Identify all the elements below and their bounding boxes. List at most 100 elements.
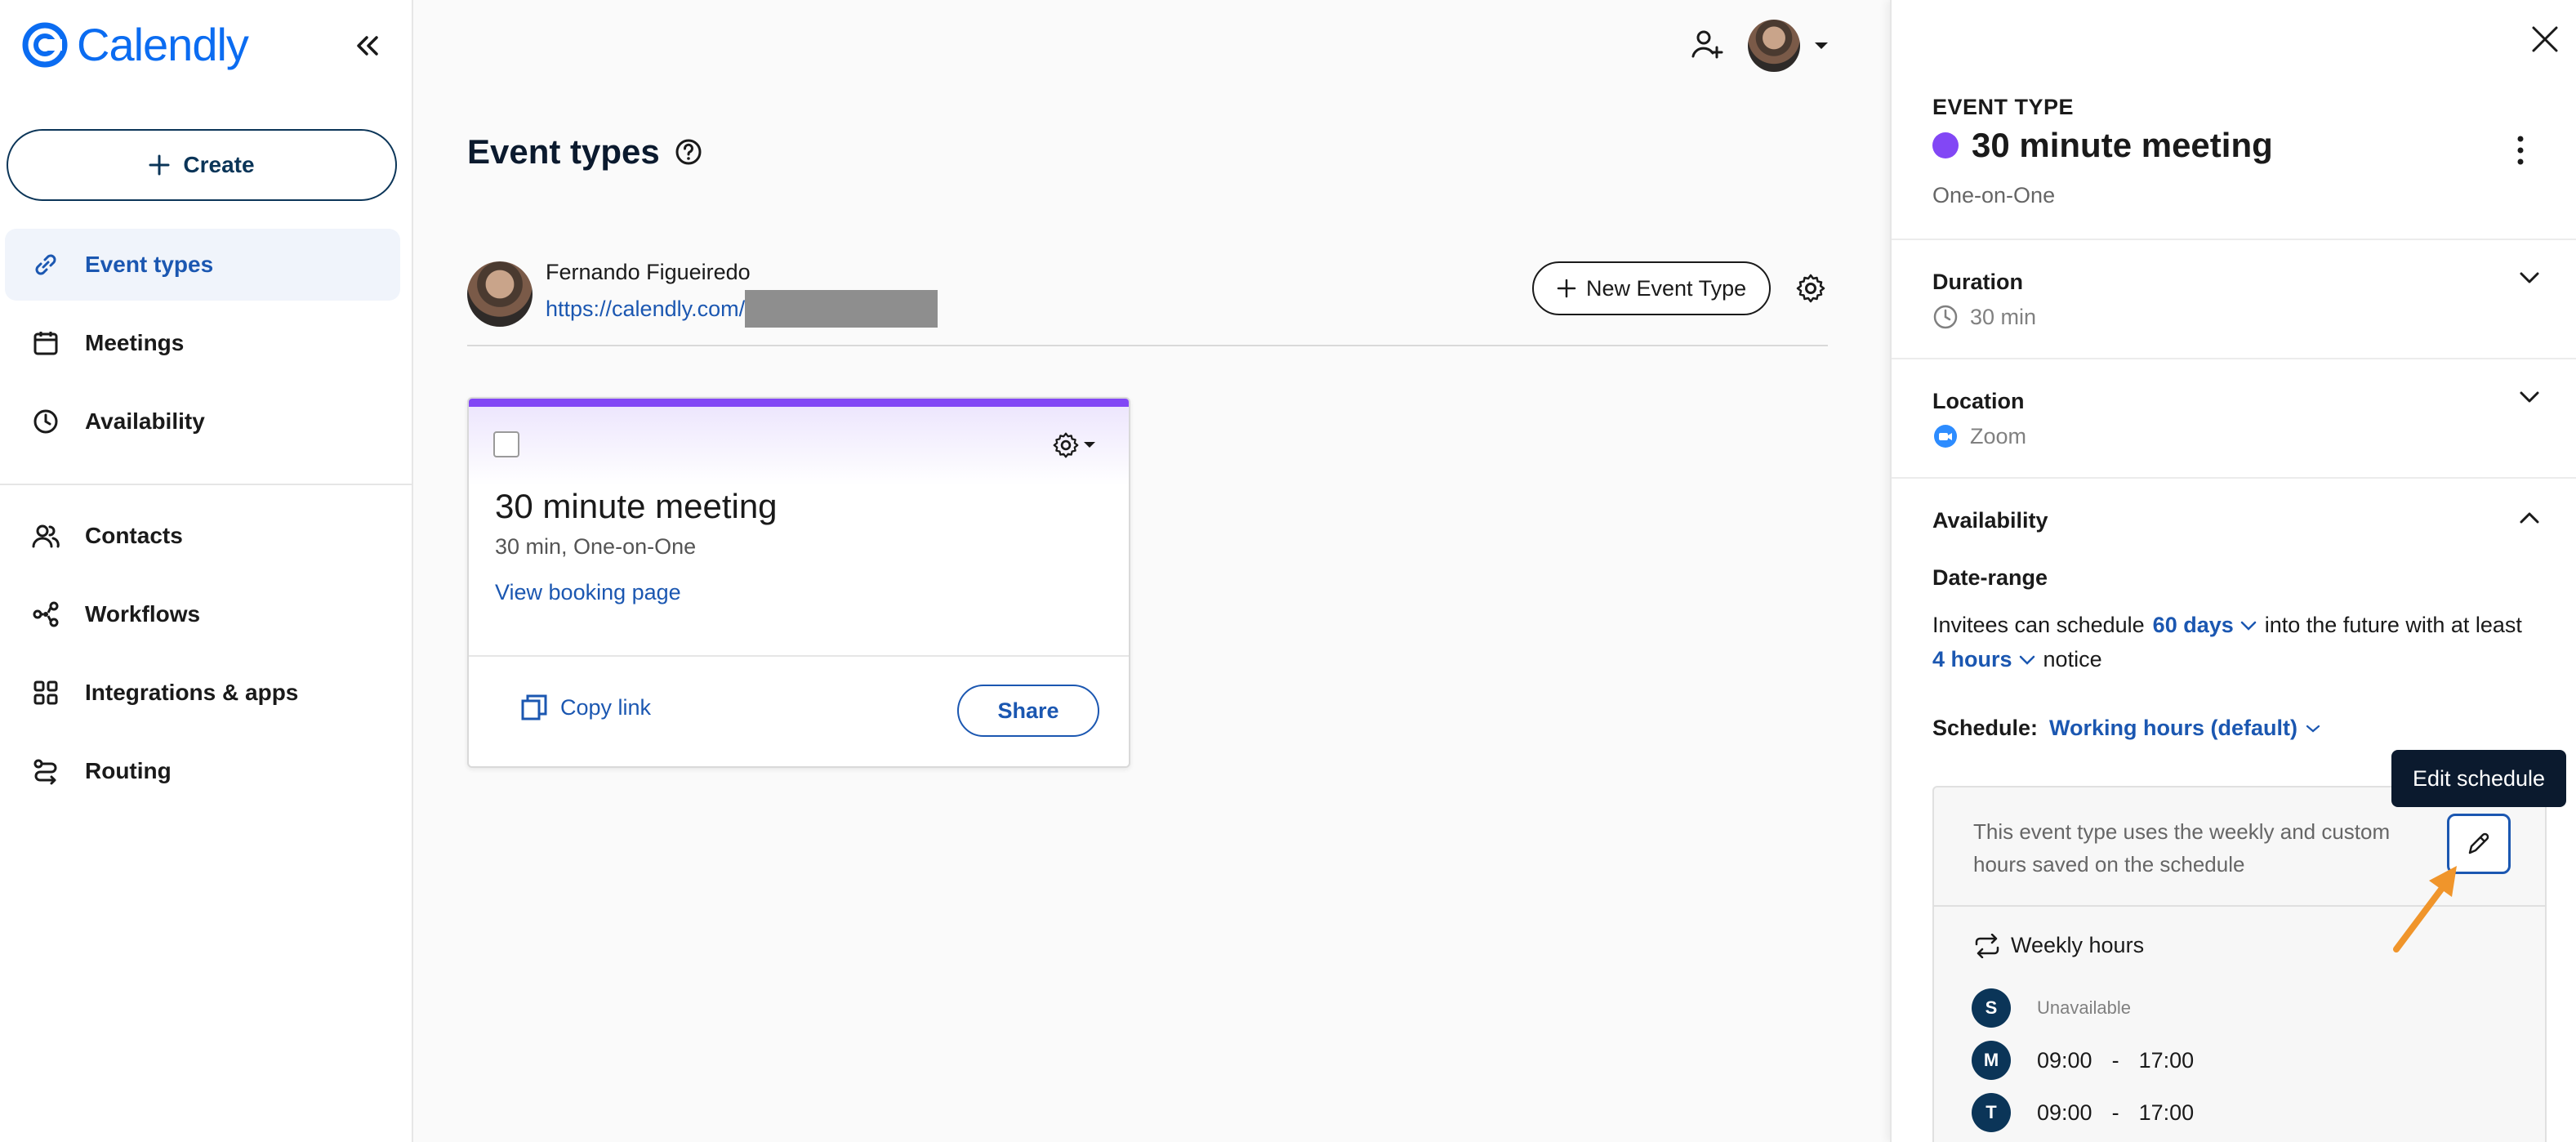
chevron-down-icon [2240,621,2256,631]
sidebar-item-contacts[interactable]: Contacts [5,500,400,572]
clock-icon [1933,305,1958,329]
page-title-text: Event types [467,132,660,171]
invitees-line-1: Invitees can schedule 60 days into the f… [1932,613,2522,638]
share-button[interactable]: Share [957,685,1099,737]
time-separator: - [2111,1100,2119,1125]
availability-title: Availability [1932,508,2048,533]
calendar-icon [29,327,62,359]
topbar [1691,20,1829,72]
invitees-line-2: 4 hours notice [1932,647,2102,672]
sidebar-divider [0,484,412,485]
collapse-sidebar-button[interactable] [351,29,384,62]
main-content: Event types Fernando Figueiredo https://… [413,0,1890,1142]
duration-value: 30 min [1932,304,2036,330]
grid-icon [29,676,62,709]
copy-icon [521,694,547,720]
notice-text: notice [2043,647,2102,671]
schedule-dropdown[interactable]: Working hours (default) [2049,716,2320,741]
chevron-down-icon [2306,725,2320,732]
duration-chevron-down-icon[interactable] [2519,271,2540,288]
time-separator: - [2111,1047,2119,1073]
location-chevron-down-icon[interactable] [2519,390,2540,408]
create-button[interactable]: Create [7,129,397,201]
panel-subtitle: One-on-One [1932,183,2056,207]
date-range-title: Date-range [1932,565,2048,590]
card-header [469,407,1129,485]
card-color-bar [469,399,1129,407]
sidebar-item-integrations[interactable]: Integrations & apps [5,657,400,729]
copy-link-button[interactable]: Copy link [519,693,651,722]
card-select-checkbox[interactable] [493,431,519,457]
event-type-card[interactable]: 30 minute meeting 30 min, One-on-One Vie… [467,397,1130,768]
day-status: Unavailable [2037,997,2131,1018]
sidebar-item-label: Routing [85,758,172,783]
days-value: 60 days [2152,613,2234,637]
sidebar-item-availability[interactable]: Availability [5,386,400,457]
new-event-type-label: New Event Type [1586,275,1747,301]
account-menu[interactable] [1748,20,1829,72]
pencil-icon [2468,832,2489,854]
day-end-time[interactable]: 17:00 [2139,1048,2195,1073]
day-badge[interactable]: M [1972,1041,2011,1080]
caret-down-icon [1084,442,1095,448]
clock-icon [29,405,62,438]
schedule-box: This event type uses the weekly and cust… [1932,786,2547,1142]
panel-title: 30 minute meeting [1932,126,2273,165]
day-end-time[interactable]: 17:00 [2139,1100,2195,1126]
duration-text: 30 min [1970,304,2037,329]
invitees-suffix: into the future with at least [2264,613,2522,637]
annotation-arrow-icon [2393,866,2457,952]
card-settings-menu[interactable] [1052,431,1096,459]
workflow-icon [29,598,62,631]
day-row-monday: M 09:00 - 17:00 [1972,1041,2194,1080]
create-label: Create [183,152,255,177]
plus-icon [1557,279,1576,298]
location-text: Zoom [1970,423,2027,448]
location-title: Location [1932,389,2025,413]
copy-link-label: Copy link [560,694,652,720]
view-booking-page-link[interactable]: View booking page [495,580,681,605]
user-url-link[interactable]: https://calendly.com/ [546,297,745,322]
calendly-logo[interactable]: Calendly [21,18,249,71]
add-user-icon[interactable] [1691,28,1723,65]
day-start-time[interactable]: 09:00 [2037,1100,2092,1126]
duration-title: Duration [1932,270,2023,294]
routing-icon [29,755,62,787]
zoom-icon [1934,425,1957,448]
settings-gear-icon[interactable] [1795,273,1826,308]
user-row: Fernando Figueiredo https://calendly.com… [467,260,938,328]
event-color-dot [1932,132,1959,158]
gear-icon [1053,432,1079,458]
new-event-type-button[interactable]: New Event Type [1532,261,1772,315]
sidebar-item-routing[interactable]: Routing [5,735,400,807]
weekly-hours-header: Weekly hours [1973,933,2144,958]
sidebar-item-meetings[interactable]: Meetings [5,307,400,379]
day-start-time[interactable]: 09:00 [2037,1048,2092,1073]
schedule-value: Working hours (default) [2049,716,2298,740]
contacts-icon [29,520,62,552]
close-icon[interactable] [2530,25,2560,58]
page-title: Event types [467,132,702,172]
panel-divider [1892,239,2576,240]
days-dropdown[interactable]: 60 days [2153,613,2257,638]
avatar [1748,20,1800,72]
help-icon[interactable] [675,138,702,166]
plus-icon [149,154,170,176]
calendly-logo-icon [22,22,68,67]
sidebar-item-label: Workflows [85,601,201,627]
card-divider [469,655,1129,657]
invitees-prefix: Invitees can schedule [1932,613,2145,637]
panel-divider [1892,358,2576,359]
day-badge[interactable]: T [1972,1093,2011,1132]
card-subtitle: 30 min, One-on-One [495,534,697,559]
sidebar-item-label: Integrations & apps [85,680,299,705]
availability-chevron-up-icon[interactable] [2519,511,2540,529]
day-badge[interactable]: S [1972,988,2011,1028]
sidebar-item-workflows[interactable]: Workflows [5,578,400,650]
more-options-icon[interactable] [2516,134,2525,171]
panel-divider [1892,477,2576,479]
hours-dropdown[interactable]: 4 hours [1932,647,2035,672]
sidebar-item-label: Event types [85,252,214,277]
sidebar-item-event-types[interactable]: Event types [5,229,400,301]
user-avatar [467,261,533,327]
